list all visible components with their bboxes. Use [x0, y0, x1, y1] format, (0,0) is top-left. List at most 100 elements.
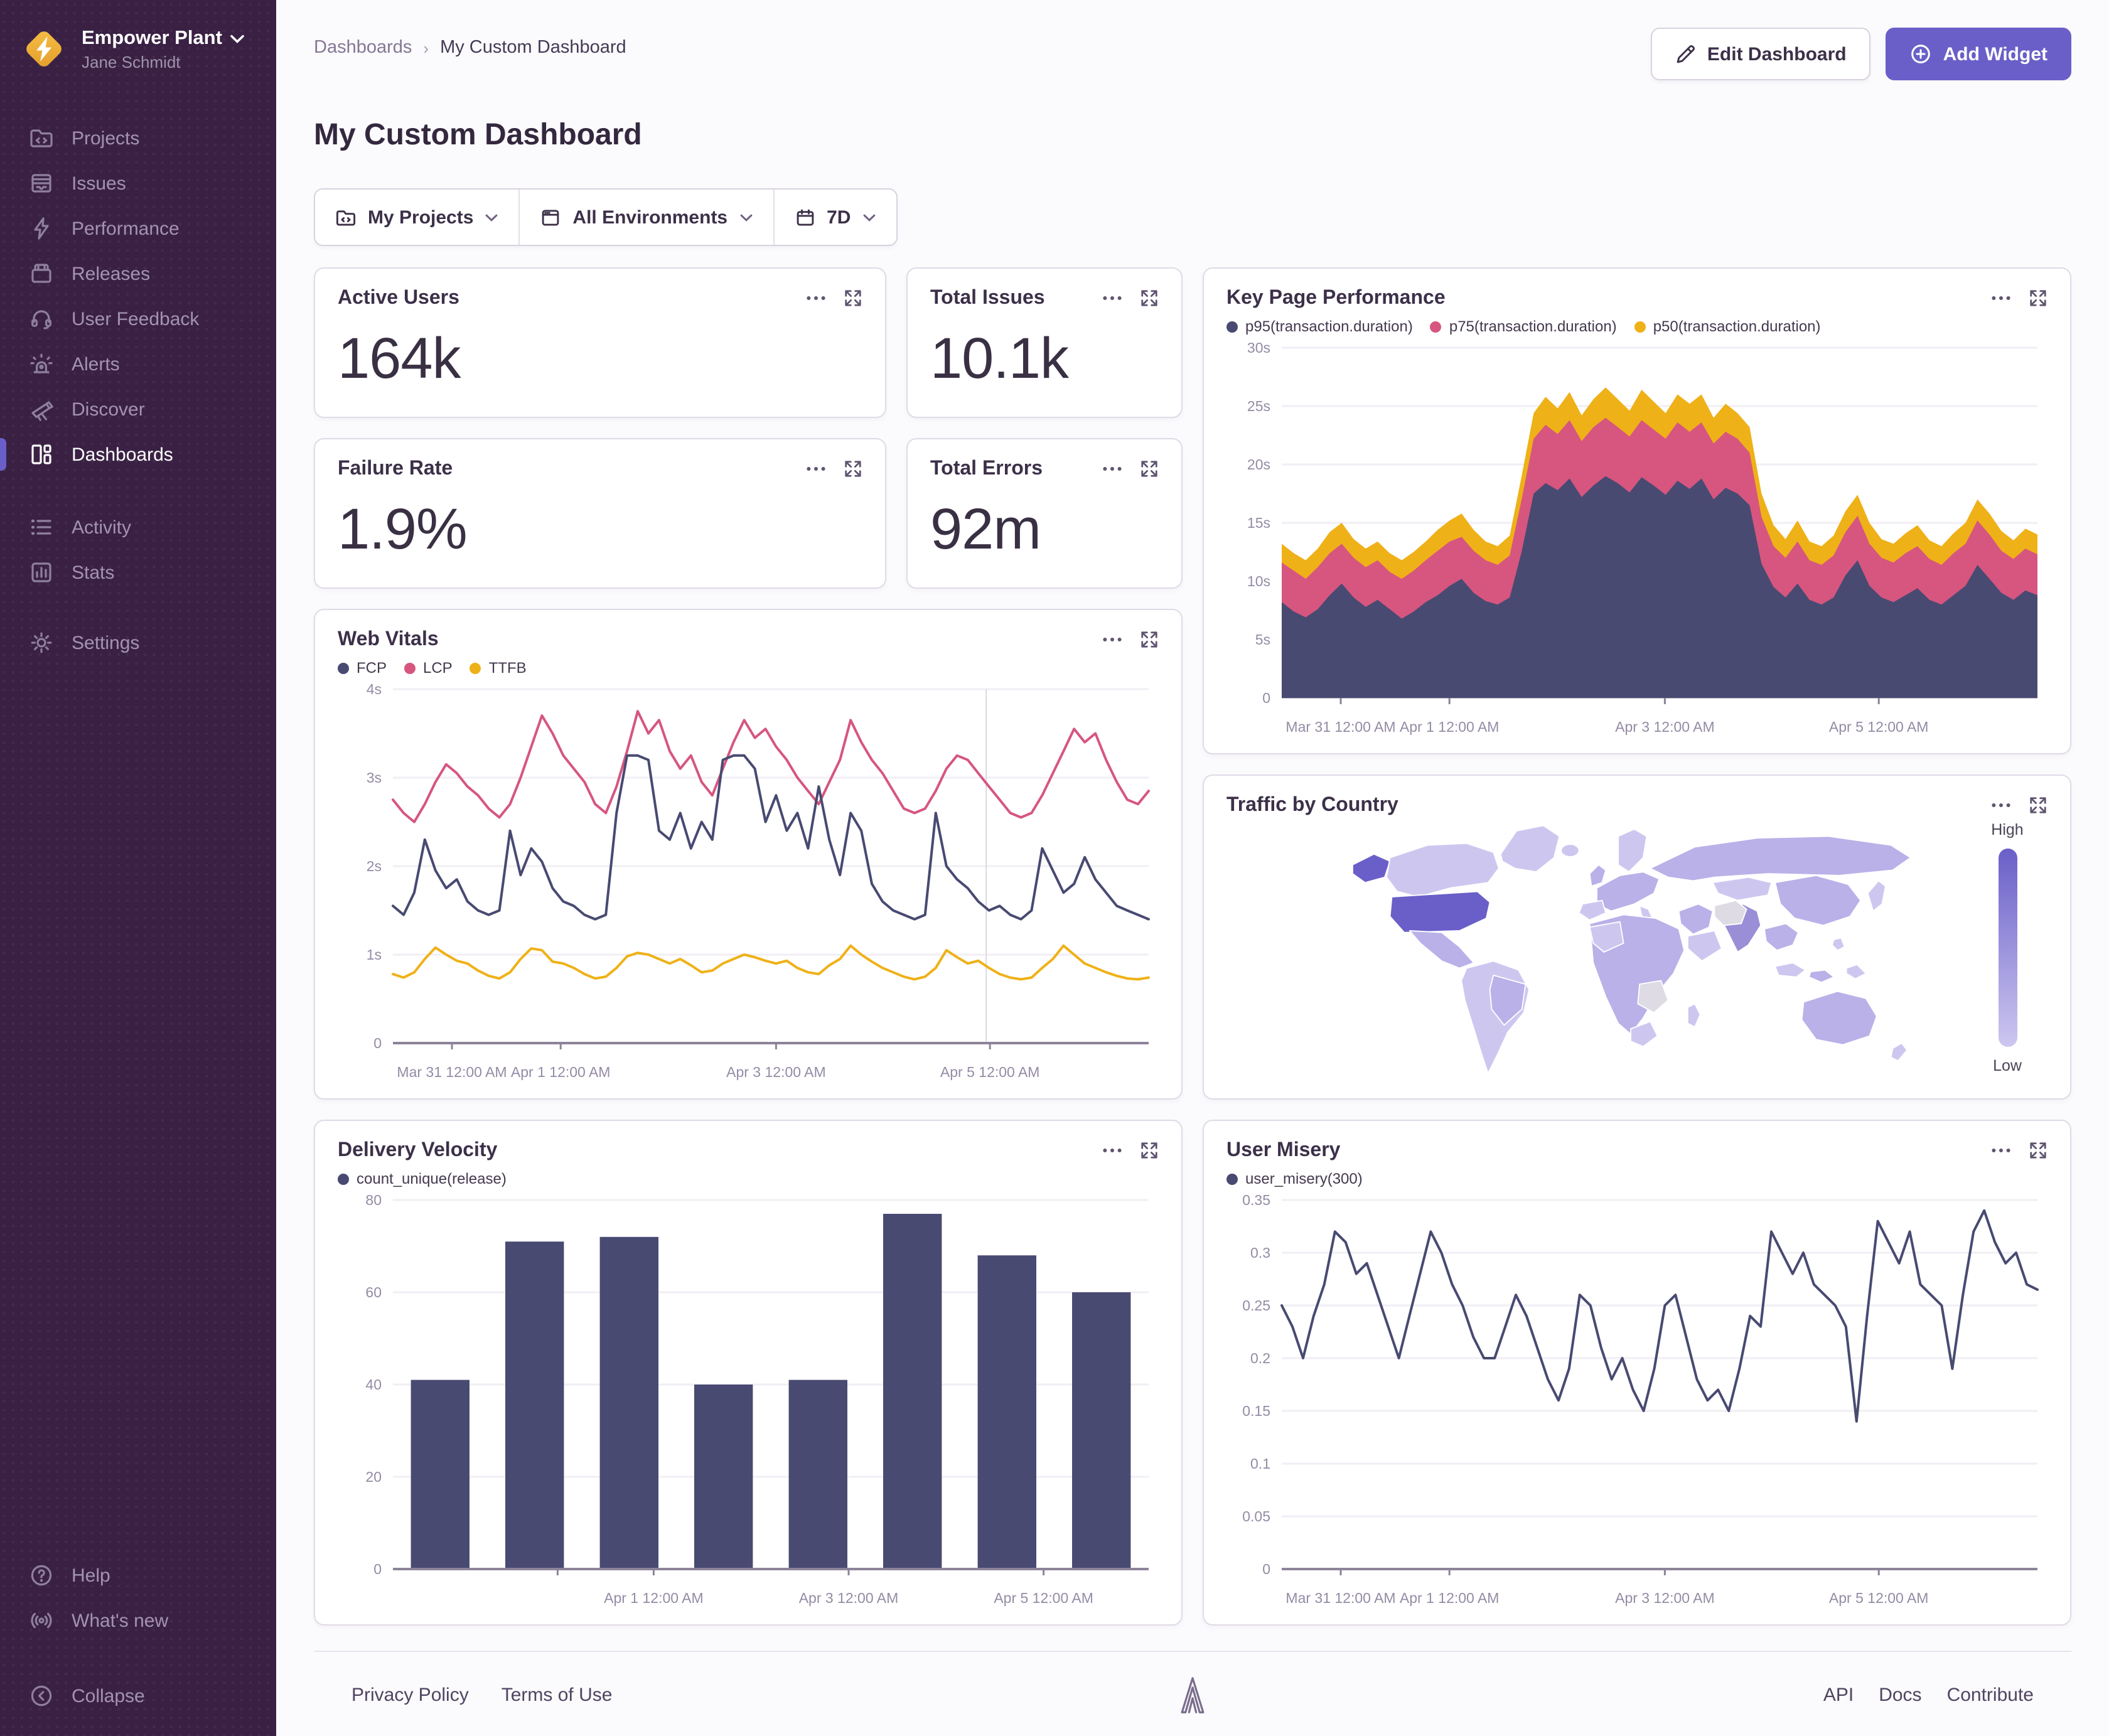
- sidebar-item-label: Issues: [72, 173, 126, 194]
- widget-menu-button[interactable]: [1991, 802, 2011, 808]
- legend-item: FCP: [338, 659, 387, 677]
- svg-text:20: 20: [365, 1469, 382, 1485]
- privacy-policy-link[interactable]: Privacy Policy: [352, 1685, 469, 1706]
- svg-text:Apr 5 12:00 AM: Apr 5 12:00 AM: [940, 1064, 1040, 1080]
- date-range-value: 7D: [827, 206, 851, 228]
- siren-icon: [28, 350, 55, 378]
- sidebar-item-activity[interactable]: Activity: [0, 505, 276, 550]
- sidebar-item-label: Performance: [72, 218, 180, 239]
- map-legend-high: High: [1991, 821, 2024, 839]
- svg-text:0.05: 0.05: [1242, 1508, 1270, 1524]
- svg-text:5s: 5s: [1255, 631, 1270, 648]
- widget-title: Failure Rate: [338, 458, 453, 480]
- pencil-icon: [1675, 43, 1696, 65]
- svg-text:0: 0: [373, 1035, 382, 1051]
- widget-expand-button[interactable]: [844, 459, 862, 478]
- widget-expand-button[interactable]: [844, 289, 862, 308]
- sidebar-item-label: Collapse: [72, 1685, 145, 1707]
- sidebar-item-projects[interactable]: Projects: [0, 115, 276, 161]
- widget-traffic-by-country: Traffic by Country High Low: [1203, 774, 2071, 1100]
- sidebar-item-dashboards[interactable]: Dashboards: [0, 432, 276, 477]
- widget-menu-button[interactable]: [1102, 636, 1122, 643]
- breadcrumb-chevron-icon: ›: [423, 38, 429, 57]
- sidebar-collapse-button[interactable]: Collapse: [0, 1673, 276, 1718]
- edit-dashboard-button[interactable]: Edit Dashboard: [1650, 28, 1870, 80]
- terms-of-use-link[interactable]: Terms of Use: [502, 1685, 613, 1706]
- world-map[interactable]: [1226, 818, 1967, 1086]
- breadcrumb-dashboards-link[interactable]: Dashboards: [314, 38, 412, 58]
- project-filter[interactable]: My Projects: [315, 190, 518, 245]
- svg-text:Apr 5 12:00 AM: Apr 5 12:00 AM: [1829, 1590, 1929, 1606]
- svg-text:0: 0: [373, 1561, 382, 1577]
- svg-text:Apr 1 12:00 AM: Apr 1 12:00 AM: [1400, 719, 1500, 735]
- widget-expand-button[interactable]: [1140, 459, 1159, 478]
- chevron-down-icon: [230, 33, 245, 43]
- sidebar-item-label: Dashboards: [72, 444, 173, 465]
- dashboards-grid-icon: [28, 441, 55, 468]
- widget-expand-button[interactable]: [1140, 630, 1159, 649]
- svg-text:2s: 2s: [367, 858, 382, 874]
- chart-legend: FCP LCP TTFB: [338, 659, 527, 677]
- sidebar-item-performance[interactable]: Performance: [0, 206, 276, 251]
- chart-web-vitals[interactable]: 0 1s 2s 3s 4s Mar 31 12:00 AM Apr 1 12:00 AM Ap…: [338, 677, 1159, 1086]
- environment-filter[interactable]: All Environments: [518, 190, 773, 245]
- sidebar-item-whats-new[interactable]: What's new: [0, 1598, 276, 1643]
- sidebar-item-releases[interactable]: Releases: [0, 251, 276, 296]
- legend-item: user_misery(300): [1226, 1170, 1363, 1187]
- widget-menu-button[interactable]: [1102, 295, 1122, 301]
- widget-expand-button[interactable]: [2029, 1141, 2047, 1160]
- sidebar-item-label: Alerts: [72, 353, 120, 375]
- widget-title: Active Users: [338, 287, 459, 309]
- legend-item: p95(transaction.duration): [1226, 318, 1413, 335]
- widget-expand-button[interactable]: [2029, 289, 2047, 308]
- docs-link[interactable]: Docs: [1879, 1685, 1921, 1706]
- widget-active-users: Active Users 164k: [314, 267, 886, 418]
- org-switcher[interactable]: Empower Plant Jane Schmidt: [0, 0, 276, 73]
- svg-text:3s: 3s: [367, 769, 382, 786]
- widget-expand-button[interactable]: [1140, 1141, 1159, 1160]
- widget-menu-button[interactable]: [806, 466, 826, 472]
- widget-key-page-performance: Key Page Performance p95(transaction.dur…: [1203, 267, 2071, 754]
- sidebar-item-user-feedback[interactable]: User Feedback: [0, 296, 276, 341]
- chart-delivery-velocity[interactable]: 0 20 40 60 80 Apr 1 12:00 AM Apr 3 12:00 AM Apr…: [338, 1187, 1159, 1612]
- app-root: Empower Plant Jane Schmidt Projects Issu…: [0, 0, 2109, 1736]
- contribute-link[interactable]: Contribute: [1947, 1685, 2034, 1706]
- legend-item: LCP: [404, 659, 453, 677]
- chart-user-misery[interactable]: 0 0.05 0.1 0.15 0.2 0.25 0.3 0.35 Mar 31 12:00 A…: [1226, 1187, 2047, 1612]
- sidebar-item-help[interactable]: Help: [0, 1553, 276, 1598]
- widget-menu-button[interactable]: [1102, 466, 1122, 472]
- chevron-down-icon: [739, 213, 753, 222]
- sidebar-item-discover[interactable]: Discover: [0, 387, 276, 432]
- widget-total-errors: Total Errors 92m: [906, 438, 1183, 589]
- widget-menu-button[interactable]: [1102, 1147, 1122, 1154]
- svg-text:Mar 31 12:00 AM: Mar 31 12:00 AM: [1285, 719, 1395, 735]
- sidebar-item-settings[interactable]: Settings: [0, 620, 276, 665]
- widget-title: Delivery Velocity: [338, 1140, 498, 1161]
- chart-key-page-performance[interactable]: 0 5s 10s 15s 20s 25s 30s Mar 31 12:00 AM Apr 1 1…: [1226, 335, 2047, 741]
- calendar-icon: [794, 206, 815, 228]
- widget-menu-button[interactable]: [806, 295, 826, 301]
- svg-text:Apr 3 12:00 AM: Apr 3 12:00 AM: [726, 1064, 826, 1080]
- stat-value: 10.1k: [930, 325, 1069, 390]
- activity-list-icon: [28, 513, 55, 541]
- widget-title: User Misery: [1226, 1140, 1341, 1161]
- projects-folder-icon: [28, 124, 55, 152]
- date-range-filter[interactable]: 7D: [773, 190, 896, 245]
- api-link[interactable]: API: [1823, 1685, 1854, 1706]
- chevron-down-icon: [862, 213, 876, 222]
- legend-item: TTFB: [470, 659, 527, 677]
- sidebar-item-alerts[interactable]: Alerts: [0, 341, 276, 387]
- stat-value: 164k: [338, 325, 461, 390]
- sidebar-item-label: User Feedback: [72, 308, 200, 330]
- widget-menu-button[interactable]: [1991, 295, 2011, 301]
- widget-expand-button[interactable]: [2029, 796, 2047, 815]
- sidebar-item-issues[interactable]: Issues: [0, 161, 276, 206]
- sidebar-item-stats[interactable]: Stats: [0, 550, 276, 595]
- widget-menu-button[interactable]: [1991, 1147, 2011, 1154]
- add-widget-button[interactable]: Add Widget: [1885, 28, 2071, 80]
- org-name: Empower Plant: [82, 27, 222, 48]
- svg-text:20s: 20s: [1247, 456, 1270, 473]
- stat-value: 1.9%: [338, 496, 468, 561]
- performance-lightning-icon: [28, 215, 55, 242]
- widget-expand-button[interactable]: [1140, 289, 1159, 308]
